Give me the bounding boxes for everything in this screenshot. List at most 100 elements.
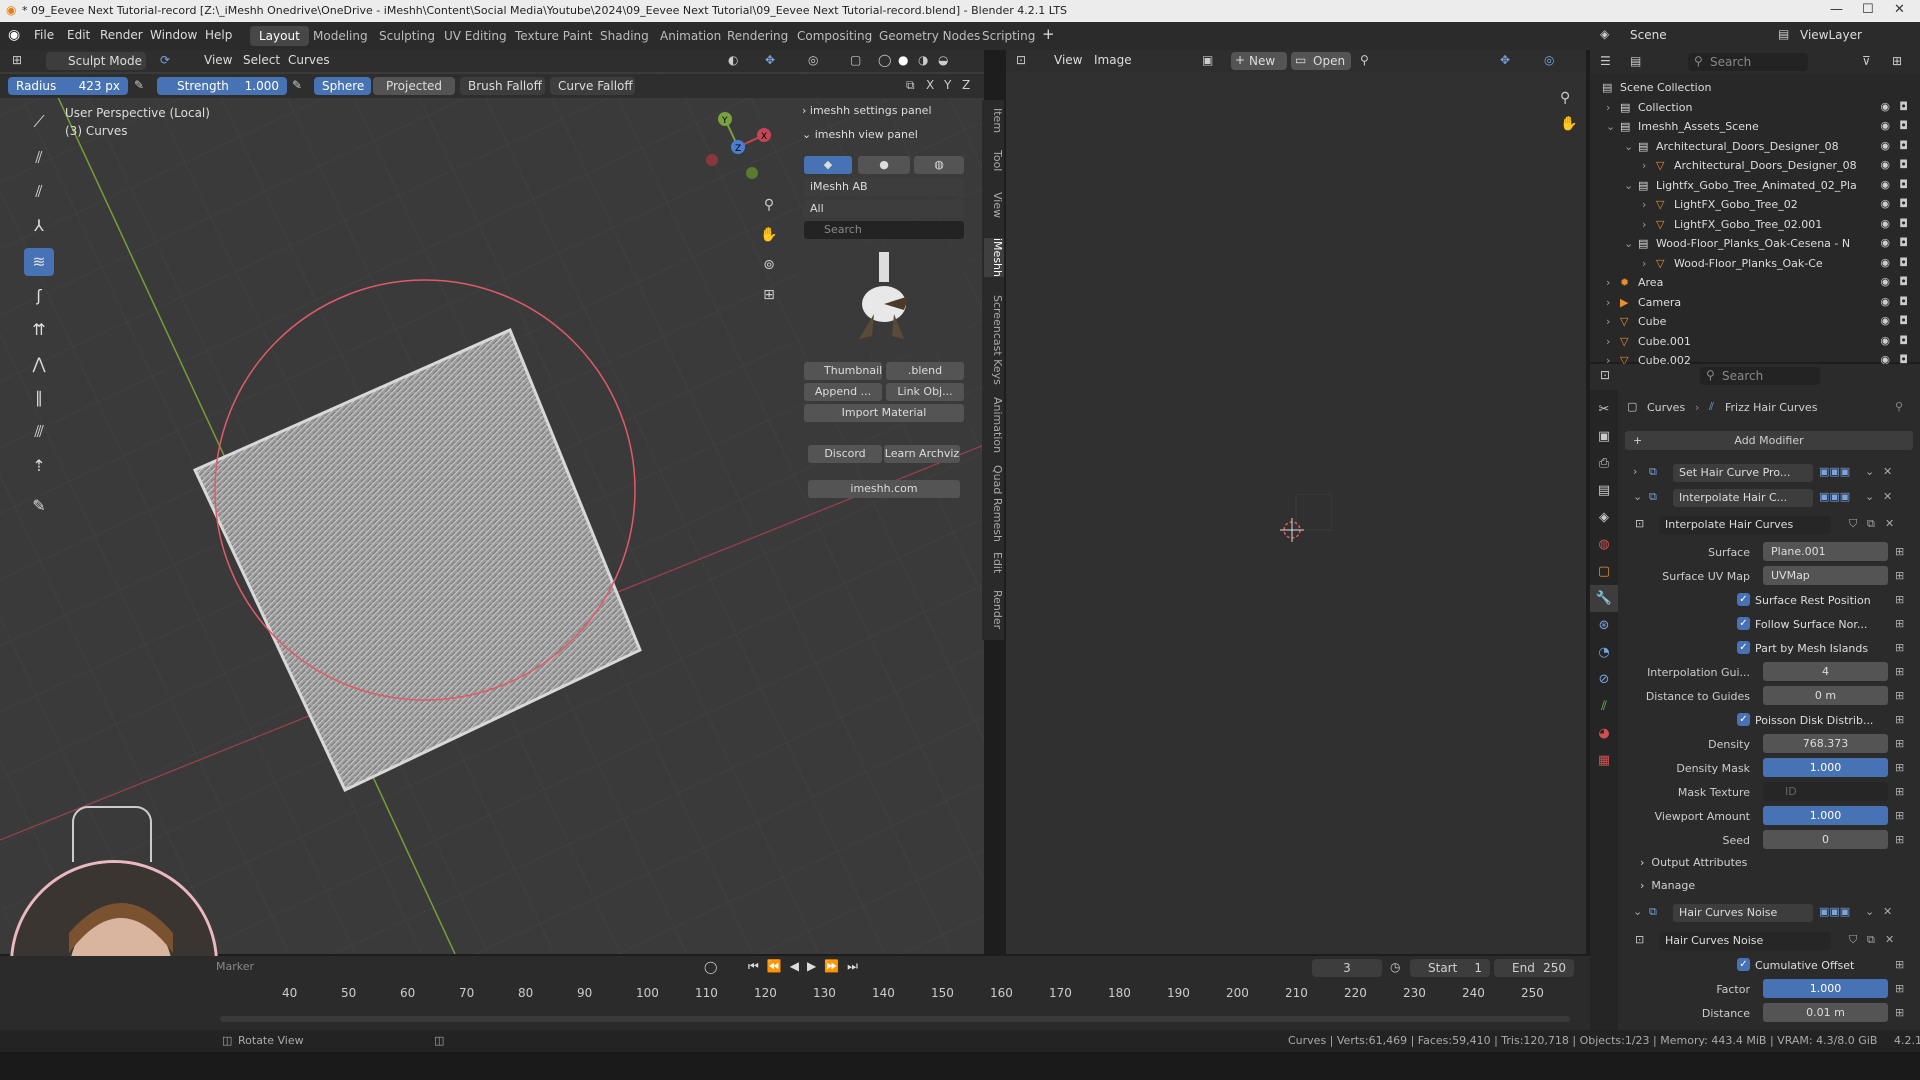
camera-view-icon[interactable]: ⊚	[758, 250, 780, 280]
render-camera-icon[interactable]: ◘	[1899, 314, 1908, 327]
expand-chevron-icon[interactable]: ⌄	[1624, 179, 1633, 192]
unlink-icon[interactable]: ✕	[1885, 933, 1894, 946]
expand-chevron-icon[interactable]: ›	[1606, 296, 1610, 309]
visibility-icon[interactable]: ◐	[728, 53, 738, 67]
visibility-eye-icon[interactable]: ◉	[1880, 139, 1890, 152]
image-overlay-icon[interactable]: ◎	[1544, 53, 1554, 67]
node-group-name-1[interactable]: Interpolate Hair Curves	[1659, 516, 1831, 534]
tab-uv-editing[interactable]: UV Editing	[435, 26, 516, 46]
import-material-button[interactable]: Import Material	[804, 404, 964, 422]
end-frame-field[interactable]: End 250	[1494, 959, 1574, 977]
sidebar-tab-animation[interactable]: Animation	[984, 397, 1004, 453]
preview-range-icon[interactable]: ◷	[1390, 960, 1400, 974]
fake-user-icon[interactable]: ⛉	[1849, 517, 1857, 531]
curve-falloff-dropdown[interactable]: Curve Falloff	[550, 77, 635, 95]
property-value[interactable]: ID	[1763, 782, 1888, 801]
radius-pressure-icon[interactable]: ✎	[134, 78, 144, 92]
property-value[interactable]: UVMap	[1763, 566, 1888, 585]
comb-tool-icon[interactable]: ≋	[24, 248, 54, 276]
pin-properties-icon[interactable]: ⚲	[1895, 400, 1903, 413]
outliner-row[interactable]: › ▽ Cube ◉ ◘	[1590, 312, 1920, 331]
auto-keying-icon[interactable]: ◯	[704, 960, 717, 974]
strength-pressure-icon[interactable]: ✎	[292, 78, 302, 92]
expand-chevron-icon[interactable]: ›	[1642, 159, 1646, 172]
axis-y-toggle[interactable]: Y	[944, 78, 951, 92]
expand-chevron-icon[interactable]: ›	[1606, 335, 1610, 348]
library-dropdown[interactable]: iMeshh AB	[804, 178, 964, 196]
image-menu-view[interactable]: View	[1054, 53, 1082, 67]
modifier-interpolate-hair-curves[interactable]: ⌄ ⧉ Interpolate Hair C... ▣▣▣ ⌄ ✕	[1625, 487, 1915, 509]
checkbox-checked-icon[interactable]: ✓	[1737, 617, 1750, 630]
maximize-icon[interactable]: ☐	[1862, 2, 1874, 17]
sphere-toggle[interactable]: Sphere	[314, 77, 371, 95]
tab-scripting[interactable]: Scripting	[973, 26, 1044, 46]
modifier-menu-icon[interactable]: ⌄	[1865, 465, 1874, 478]
duplicate-icon[interactable]: ⧉	[1867, 933, 1875, 947]
sidebar-tab-render[interactable]: Render	[984, 590, 1004, 629]
data-tab-icon[interactable]: ⫽	[1590, 693, 1618, 720]
collapse-chevron-icon[interactable]: ⌄	[1633, 490, 1642, 503]
modifier-name-2[interactable]: Interpolate Hair C...	[1673, 489, 1813, 507]
render-camera-icon[interactable]: ◘	[1899, 334, 1908, 347]
view-layer-tab-icon[interactable]: ▤	[1590, 477, 1618, 504]
output-tab-icon[interactable]: ⎙	[1590, 450, 1618, 477]
tab-sculpting[interactable]: Sculpting	[370, 26, 444, 46]
link-object-button[interactable]: Link Obj...	[886, 383, 964, 401]
render-camera-icon[interactable]: ◘	[1899, 100, 1908, 113]
visibility-eye-icon[interactable]: ◉	[1880, 275, 1890, 288]
tab-compositing[interactable]: Compositing	[788, 26, 881, 46]
add-modifier-button[interactable]: + Add Modifier	[1625, 431, 1913, 450]
render-camera-icon[interactable]: ◘	[1899, 295, 1908, 308]
pan-hand-icon[interactable]: ✋	[758, 220, 780, 250]
filter-dropdown[interactable]: All	[804, 200, 964, 218]
expand-chevron-icon[interactable]: ›	[1633, 465, 1637, 478]
sidebar-tab-edit[interactable]: Edit	[984, 552, 1004, 573]
append-button[interactable]: Append ...	[804, 383, 882, 401]
brush-falloff-dropdown[interactable]: Brush Falloff	[460, 77, 545, 95]
manage-panel[interactable]: › Manage	[1640, 879, 1695, 892]
navigation-gizmo[interactable]: Y X Z	[700, 105, 780, 185]
visibility-eye-icon[interactable]: ◉	[1880, 197, 1890, 210]
modifier-name-1[interactable]: Set Hair Curve Pro...	[1673, 464, 1813, 482]
learn-archviz-button[interactable]: Learn Archviz	[884, 445, 960, 463]
outliner-row[interactable]: ⌄ ▤ Imeshh_Assets_Scene ◉ ◘	[1590, 117, 1920, 136]
checkbox-checked-icon[interactable]: ✓	[1737, 593, 1750, 606]
tab-modeling[interactable]: Modeling	[304, 26, 377, 46]
projected-toggle[interactable]: Projected	[373, 77, 455, 95]
outliner-row[interactable]: › ▽ LightFX_Gobo_Tree_02.001 ◉ ◘	[1590, 215, 1920, 234]
render-camera-icon[interactable]: ◘	[1899, 256, 1908, 269]
mirror-icon[interactable]: ⧉	[906, 78, 915, 93]
tool-tab-icon[interactable]: ✂	[1590, 396, 1618, 423]
zoom-icon[interactable]: ⚲	[758, 190, 780, 220]
material-shading-icon[interactable]: ◑	[918, 53, 928, 67]
menu-help[interactable]: Help	[205, 28, 232, 42]
overlay-icon[interactable]: ◎	[808, 53, 818, 67]
constraints-tab-icon[interactable]: ⊘	[1590, 666, 1618, 693]
property-value[interactable]: 0.01 m	[1763, 1003, 1888, 1022]
remove-modifier-icon[interactable]: ✕	[1883, 490, 1892, 503]
modifier-name-3[interactable]: Hair Curves Noise	[1673, 904, 1813, 922]
timeline[interactable]: Marker ◯ ⏮⏪◀▶⏩⏭ 3 ◷ Start 1 End 250 40 50…	[0, 956, 1590, 1030]
menu-edit[interactable]: Edit	[67, 28, 90, 42]
menu-view[interactable]: View	[204, 53, 232, 67]
visibility-eye-icon[interactable]: ◉	[1880, 119, 1890, 132]
outliner-row[interactable]: ⌄ ▤ Lightfx_Gobo_Tree_Animated_02_Pla ◉ ◘	[1590, 176, 1920, 195]
image-menu-image[interactable]: Image	[1094, 53, 1132, 67]
property-value[interactable]: 0	[1763, 830, 1888, 849]
rendered-shading-icon[interactable]: ◒	[938, 53, 948, 67]
add-workspace-icon[interactable]: +	[1042, 25, 1055, 43]
slide-tool-icon[interactable]: ⇡	[24, 452, 54, 480]
expand-chevron-icon[interactable]: ›	[1642, 198, 1646, 211]
image-editor[interactable]: ⊡ View Image ▣ New + Open ▭ ⚲ ✥ ◎ ⚲ ✋	[1006, 50, 1586, 954]
gizmo-icon[interactable]: ✥	[765, 53, 775, 67]
attribute-toggle-icon[interactable]: ⊞	[1895, 665, 1904, 678]
axis-z-toggle[interactable]: Z	[962, 78, 970, 92]
thumbnail-button[interactable]: Thumbnail	[804, 362, 882, 380]
property-value[interactable]: 1.000	[1763, 806, 1888, 825]
outliner-row[interactable]: › ▽ Architectural_Doors_Designer_08 ◉ ◘	[1590, 156, 1920, 175]
property-value[interactable]: 1.000	[1763, 979, 1888, 998]
menu-window[interactable]: Window	[150, 28, 197, 42]
particles-tab-icon[interactable]: ⊛	[1590, 612, 1618, 639]
render-camera-icon[interactable]: ◘	[1899, 139, 1908, 152]
node-tree-icon[interactable]: ⊡	[1635, 933, 1644, 946]
